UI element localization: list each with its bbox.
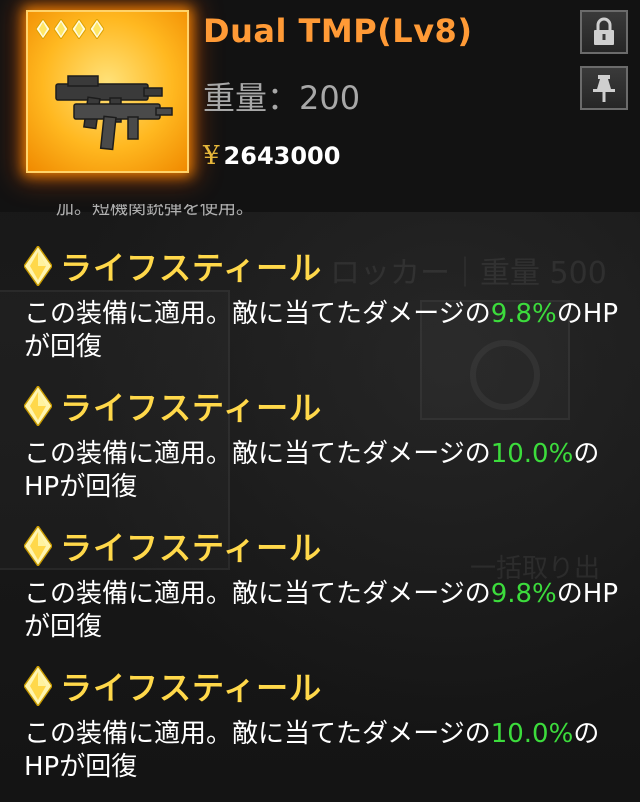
item-title: Dual TMP(Lv8): [203, 12, 473, 50]
skill-description: この装備に適用。敵に当てたダメージの10.0%のHPが回復: [24, 438, 624, 504]
rarity-gem-icon: [90, 19, 104, 39]
skill-name: ライフスティール: [60, 669, 323, 707]
item-header: Dual TMP(Lv8) 重量：200 ¥ 2643000 加。短機関銃弾を使…: [0, 0, 640, 218]
pin-button[interactable]: [580, 66, 628, 110]
skill-gem-icon: [24, 526, 52, 566]
skill-header: ライフスティール: [24, 382, 322, 430]
rarity-gem-icon: [54, 19, 68, 39]
skill-entry: ライフスティール この装備に適用。敵に当てたダメージの9.8%のHPが回復: [0, 522, 640, 662]
skill-desc-text: この装備に適用。敵に当てたダメージの: [24, 439, 491, 469]
skill-gem-icon: [24, 246, 52, 286]
rarity-gem-icon: [72, 19, 86, 39]
item-card[interactable]: [26, 10, 189, 173]
lock-icon: [594, 17, 614, 45]
skill-header: ライフスティール: [24, 242, 322, 290]
weight-value: 200: [299, 79, 361, 117]
skill-name: ライフスティール: [60, 529, 323, 567]
price-value: 2643000: [223, 142, 341, 170]
skill-entry: ライフスティール この装備に適用。敵に当てたダメージの10.0%のHPが回復: [0, 662, 640, 802]
skill-list: ライフスティール この装備に適用。敵に当てたダメージの9.8%のHPが回復 ライ…: [0, 242, 640, 802]
skill-header: ライフスティール: [24, 522, 322, 570]
skill-gem-icon: [24, 386, 52, 426]
item-price: ¥ 2643000: [203, 141, 340, 171]
skill-name: ライフスティール: [60, 249, 323, 287]
skill-description: この装備に適用。敵に当てたダメージの10.0%のHPが回復: [24, 718, 624, 784]
rarity-gem-icon: [36, 19, 50, 39]
skill-header: ライフスティール: [24, 662, 322, 710]
skill-name: ライフスティール: [60, 389, 323, 427]
skill-desc-text: この装備に適用。敵に当てたダメージの: [24, 579, 491, 609]
skill-value: 9.8%: [490, 579, 557, 609]
rarity-stars: [36, 19, 104, 39]
skill-desc-text: この装備に適用。敵に当てたダメージの: [24, 719, 491, 749]
item-weight: 重量：200: [203, 73, 360, 119]
item-detail-panel: ロッカー｜重量 500 一括取り出 Dual TMP(Lv8) 重量：200 ¥…: [0, 0, 640, 802]
pin-icon: [593, 75, 615, 102]
skill-desc-text: この装備に適用。敵に当てたダメージの: [24, 299, 491, 329]
skill-value: 10.0%: [490, 439, 574, 469]
weight-label: 重量: [203, 79, 268, 117]
skill-entry: ライフスティール この装備に適用。敵に当てたダメージの9.8%のHPが回復: [0, 242, 640, 382]
skill-description: この装備に適用。敵に当てたダメージの9.8%のHPが回復: [24, 298, 624, 364]
yen-icon: ¥: [203, 141, 220, 171]
skill-description: この装備に適用。敵に当てたダメージの9.8%のHPが回復: [24, 578, 624, 644]
skill-gem-icon: [24, 666, 52, 706]
submachine-gun-pair-icon: [55, 75, 173, 151]
skill-entry: ライフスティール この装備に適用。敵に当てたダメージの10.0%のHPが回復: [0, 382, 640, 522]
skill-value: 9.8%: [490, 299, 557, 329]
weight-separator: ：: [267, 79, 300, 117]
partial-description-line: 加。短機関銃弾を使用。: [56, 204, 254, 218]
lock-button[interactable]: [580, 10, 628, 54]
skill-value: 10.0%: [490, 719, 574, 749]
